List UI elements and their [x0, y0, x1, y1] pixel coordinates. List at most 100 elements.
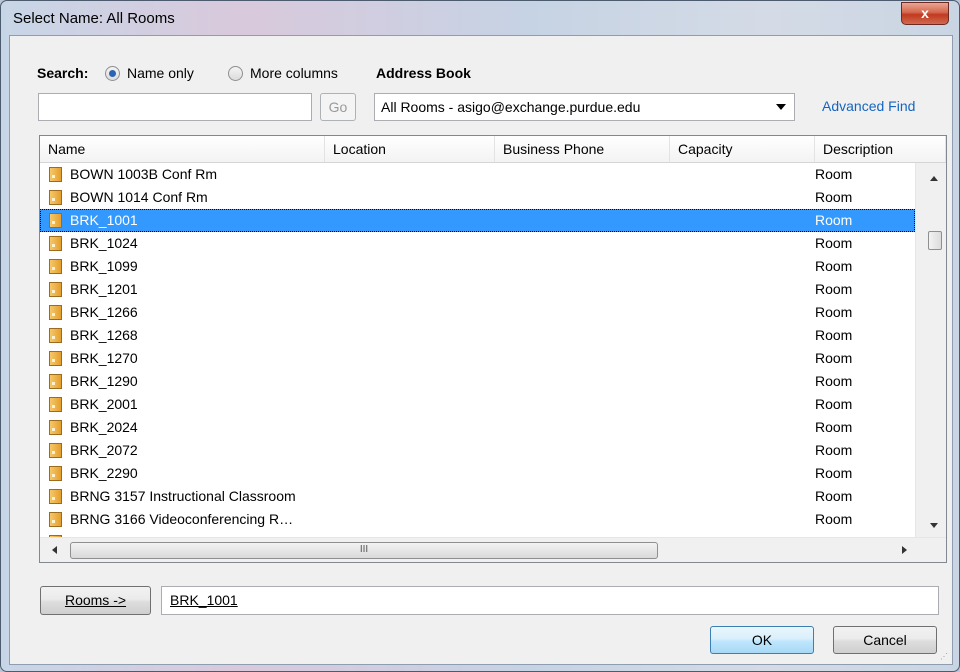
column-header-description[interactable]: Description [815, 136, 946, 162]
table-row[interactable]: BOWN 1003B Conf Rm Room [40, 163, 915, 186]
table-row[interactable]: BRNG 3157 Instructional Classroom Room [40, 485, 915, 508]
row-description: Room [815, 212, 853, 228]
row-name: BRNG 3157 Instructional Classroom [70, 488, 296, 504]
room-icon [49, 167, 62, 182]
room-icon [49, 374, 62, 389]
room-icon [49, 489, 62, 504]
chevron-down-icon [776, 104, 786, 110]
column-header-name[interactable]: Name [40, 136, 325, 162]
table-row[interactable]: BRK_1266 Room [40, 301, 915, 324]
more-columns-label[interactable]: More columns [250, 65, 338, 81]
row-name: BRK_2024 [70, 419, 138, 435]
row-name: BRK_1201 [70, 281, 138, 297]
window-title: Select Name: All Rooms [13, 10, 175, 27]
radio-empty-icon [228, 66, 243, 81]
close-icon: x [921, 5, 929, 21]
room-icon [49, 420, 62, 435]
room-icon [49, 236, 62, 251]
column-header-location[interactable]: Location [325, 136, 495, 162]
row-name: BOWN 1014 Conf Rm [70, 189, 208, 205]
room-icon [49, 305, 62, 320]
name-only-radio[interactable] [105, 66, 120, 82]
row-description: Room [815, 258, 853, 274]
room-icon [49, 443, 62, 458]
vertical-scrollbar[interactable] [915, 163, 946, 537]
rooms-button-label: Rooms -> [64, 592, 127, 608]
row-name: BRNG 3166 Videoconferencing R… [70, 511, 294, 527]
grip-icon: III [359, 544, 369, 555]
rooms-button[interactable]: Rooms -> [40, 586, 151, 615]
go-button[interactable]: Go [320, 93, 356, 121]
column-header-business-phone[interactable]: Business Phone [495, 136, 670, 162]
table-row[interactable]: BRK_1290 Room [40, 370, 915, 393]
room-icon [49, 397, 62, 412]
row-description: Room [815, 465, 853, 481]
row-name: BRK_2072 [70, 442, 138, 458]
row-description: Room [815, 396, 853, 412]
row-name: BRK_1268 [70, 327, 138, 343]
room-icon [49, 213, 62, 228]
row-name: BRK_2001 [70, 396, 138, 412]
table-row[interactable]: BRK_2001 Room [40, 393, 915, 416]
room-icon [49, 282, 62, 297]
horizontal-scrollbar[interactable]: III [40, 537, 946, 562]
title-bar[interactable]: Select Name: All Rooms x [1, 1, 959, 35]
rooms-input-value: BRK_1001 [170, 592, 238, 608]
more-columns-radio[interactable] [228, 66, 243, 82]
table-row[interactable]: BRK_2072 Room [40, 439, 915, 462]
scroll-down-icon[interactable] [930, 523, 938, 528]
row-name: BRK_2290 [70, 465, 138, 481]
address-book-dropdown[interactable]: All Rooms - asigo@exchange.purdue.edu [374, 93, 795, 121]
address-book-value: All Rooms - asigo@exchange.purdue.edu [381, 99, 641, 115]
close-button[interactable]: x [901, 2, 949, 25]
row-description: Room [815, 350, 853, 366]
horizontal-scroll-thumb[interactable]: III [70, 542, 658, 559]
row-name: BRK_1099 [70, 258, 138, 274]
table-row[interactable]: BRK_2024 Room [40, 416, 915, 439]
search-label: Search: [37, 65, 89, 81]
room-icon [49, 351, 62, 366]
row-description: Room [815, 304, 853, 320]
scroll-up-icon[interactable] [930, 176, 938, 181]
row-description: Room [815, 166, 853, 182]
ok-button-label: OK [751, 632, 773, 648]
room-icon [49, 190, 62, 205]
table-row[interactable]: BRK_2290 Room [40, 462, 915, 485]
row-description: Room [815, 373, 853, 389]
row-description: Room [815, 488, 853, 504]
table-row[interactable]: BOWN 1014 Conf Rm Room [40, 186, 915, 209]
row-name: BRK_1290 [70, 373, 138, 389]
table-row[interactable]: BRK_1001 Room [40, 209, 915, 232]
dialog-body: Search: Name only More columns Address B… [9, 35, 953, 665]
row-description: Room [815, 281, 853, 297]
advanced-find-link[interactable]: Advanced Find [822, 98, 915, 114]
rooms-input[interactable]: BRK_1001 [161, 586, 939, 615]
table-row[interactable]: BRK_1024 Room [40, 232, 915, 255]
go-button-label: Go [328, 99, 348, 115]
row-description: Room [815, 235, 853, 251]
resize-grip-icon[interactable]: ⋰ [940, 652, 950, 662]
scroll-left-icon[interactable] [52, 546, 57, 554]
name-only-label[interactable]: Name only [127, 65, 194, 81]
column-header-capacity[interactable]: Capacity [670, 136, 815, 162]
dialog-window: Select Name: All Rooms x Search: Name on… [0, 0, 960, 672]
search-input[interactable] [38, 93, 312, 121]
row-name: BRK_1024 [70, 235, 138, 251]
row-name: BRK_1270 [70, 350, 138, 366]
scroll-right-icon[interactable] [902, 546, 907, 554]
cancel-button[interactable]: Cancel [833, 626, 937, 654]
table-row[interactable]: BRK_1268 Room [40, 324, 915, 347]
radio-selected-icon [105, 66, 120, 81]
row-name: BRK_1266 [70, 304, 138, 320]
table-row[interactable]: BRNG 3166 Videoconferencing R… Room [40, 508, 915, 531]
row-description: Room [815, 327, 853, 343]
vertical-scroll-thumb[interactable] [928, 231, 942, 250]
room-icon [49, 328, 62, 343]
table-row[interactable]: BRK_1099 Room [40, 255, 915, 278]
row-description: Room [815, 442, 853, 458]
table-row[interactable]: BRK_1270 Room [40, 347, 915, 370]
table-row[interactable]: BRK_1201 Room [40, 278, 915, 301]
ok-button[interactable]: OK [710, 626, 814, 654]
cancel-button-label: Cancel [863, 632, 907, 648]
address-list[interactable]: Name Location Business Phone Capacity De… [39, 135, 947, 563]
